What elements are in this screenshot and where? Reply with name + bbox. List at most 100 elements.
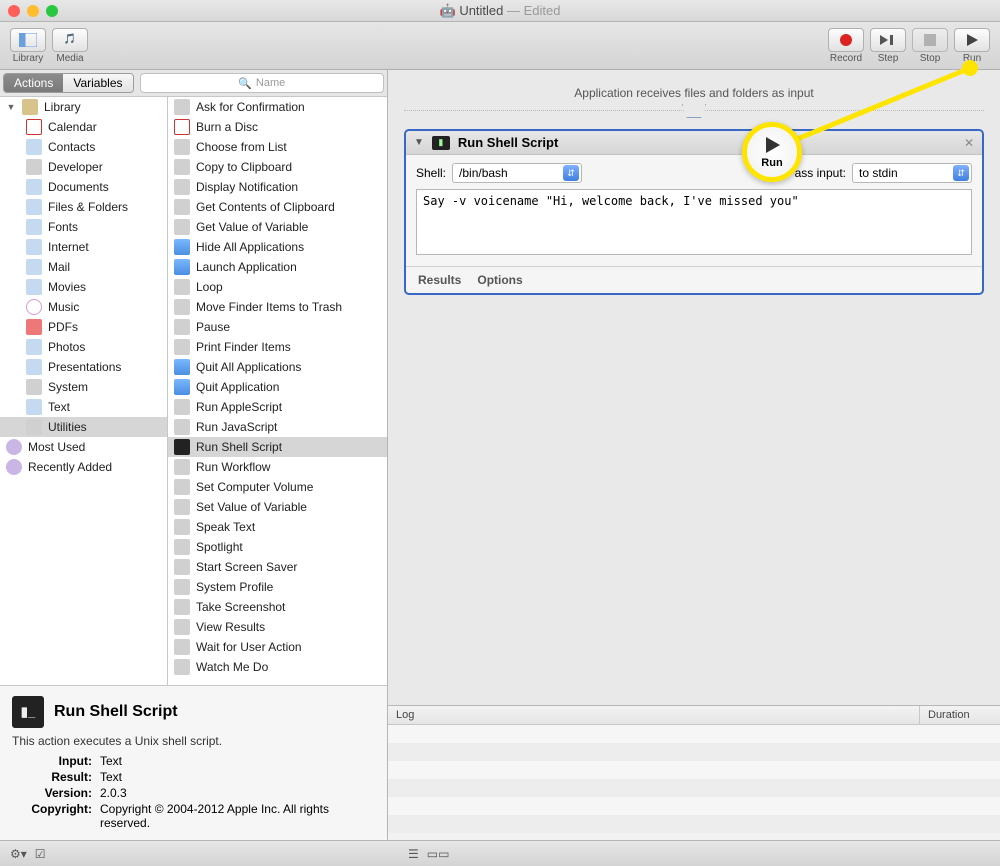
tab-actions[interactable]: Actions bbox=[4, 74, 63, 92]
disclosure-triangle-icon[interactable]: ▼ bbox=[414, 137, 424, 148]
library-tabs: Actions Variables bbox=[3, 73, 134, 93]
chevron-updown-icon: ⇵ bbox=[563, 165, 579, 181]
smart-recently-added[interactable]: Recently Added bbox=[0, 457, 167, 477]
window-title: 🤖 Untitled — Edited bbox=[0, 3, 1000, 19]
action-get-value-of-variable[interactable]: Get Value of Variable bbox=[168, 217, 387, 237]
category-pdfs[interactable]: PDFs bbox=[0, 317, 167, 337]
duration-column-header[interactable]: Duration bbox=[920, 706, 1000, 724]
chevron-updown-icon: ⇵ bbox=[953, 165, 969, 181]
minimize-window-button[interactable] bbox=[27, 5, 39, 17]
results-tab[interactable]: Results bbox=[418, 273, 461, 287]
category-presentations[interactable]: Presentations bbox=[0, 357, 167, 377]
category-internet[interactable]: Internet bbox=[0, 237, 167, 257]
log-view-icon[interactable]: ☑︎ bbox=[35, 847, 46, 861]
action-loop[interactable]: Loop bbox=[168, 277, 387, 297]
action-wait-for-user-action[interactable]: Wait for User Action bbox=[168, 637, 387, 657]
stop-icon bbox=[923, 33, 937, 47]
action-get-contents-of-clipboard[interactable]: Get Contents of Clipboard bbox=[168, 197, 387, 217]
category-documents[interactable]: Documents bbox=[0, 177, 167, 197]
gear-icon[interactable]: ⚙︎▾ bbox=[10, 847, 27, 861]
action-quit-all-applications[interactable]: Quit All Applications bbox=[168, 357, 387, 377]
action-take-screenshot[interactable]: Take Screenshot bbox=[168, 597, 387, 617]
action-description: ▮_Run Shell Script This action executes … bbox=[0, 685, 387, 840]
play-icon bbox=[762, 135, 782, 155]
tab-variables[interactable]: Variables bbox=[63, 74, 132, 92]
category-files-folders[interactable]: Files & Folders bbox=[0, 197, 167, 217]
category-text[interactable]: Text bbox=[0, 397, 167, 417]
action-hide-all-applications[interactable]: Hide All Applications bbox=[168, 237, 387, 257]
action-watch-me-do[interactable]: Watch Me Do bbox=[168, 657, 387, 677]
library-panel: Actions Variables 🔍 Name ▼LibraryCalenda… bbox=[0, 70, 388, 840]
library-root[interactable]: ▼Library bbox=[0, 97, 167, 117]
options-tab[interactable]: Options bbox=[477, 273, 522, 287]
action-run-workflow[interactable]: Run Workflow bbox=[168, 457, 387, 477]
library-toggle-button[interactable]: Library bbox=[10, 28, 46, 64]
action-quit-application[interactable]: Quit Application bbox=[168, 377, 387, 397]
category-calendar[interactable]: Calendar bbox=[0, 117, 167, 137]
record-button[interactable]: Record bbox=[828, 28, 864, 64]
category-movies[interactable]: Movies bbox=[0, 277, 167, 297]
shell-script-textarea[interactable] bbox=[416, 189, 972, 255]
step-icon bbox=[880, 33, 896, 47]
category-photos[interactable]: Photos bbox=[0, 337, 167, 357]
toolbar: Library 🎵 Media Record Step Stop Run bbox=[0, 22, 1000, 70]
zoom-window-button[interactable] bbox=[46, 5, 58, 17]
action-set-computer-volume[interactable]: Set Computer Volume bbox=[168, 477, 387, 497]
log-panel: Log Duration bbox=[388, 705, 1000, 840]
action-spotlight[interactable]: Spotlight bbox=[168, 537, 387, 557]
library-categories[interactable]: ▼LibraryCalendarContactsDeveloperDocumen… bbox=[0, 97, 168, 685]
action-run-shell-script[interactable]: Run Shell Script bbox=[168, 437, 387, 457]
category-system[interactable]: System bbox=[0, 377, 167, 397]
list-view-icon[interactable]: ☰ bbox=[408, 847, 419, 861]
action-system-profile[interactable]: System Profile bbox=[168, 577, 387, 597]
action-display-notification[interactable]: Display Notification bbox=[168, 177, 387, 197]
category-utilities[interactable]: Utilities bbox=[0, 417, 167, 437]
action-choose-from-list[interactable]: Choose from List bbox=[168, 137, 387, 157]
library-actions[interactable]: Ask for ConfirmationBurn a DiscChoose fr… bbox=[168, 97, 387, 685]
action-burn-a-disc[interactable]: Burn a Disc bbox=[168, 117, 387, 137]
category-contacts[interactable]: Contacts bbox=[0, 137, 167, 157]
shell-select[interactable]: /bin/bash⇵ bbox=[452, 163, 582, 183]
search-icon: 🔍 bbox=[238, 77, 252, 90]
category-music[interactable]: Music bbox=[0, 297, 167, 317]
annotation-callout-run: Run bbox=[742, 122, 802, 182]
play-icon bbox=[965, 33, 979, 47]
action-run-javascript[interactable]: Run JavaScript bbox=[168, 417, 387, 437]
step-button[interactable]: Step bbox=[870, 28, 906, 64]
pass-input-select[interactable]: to stdin⇵ bbox=[852, 163, 972, 183]
action-pause[interactable]: Pause bbox=[168, 317, 387, 337]
close-window-button[interactable] bbox=[8, 5, 20, 17]
category-fonts[interactable]: Fonts bbox=[0, 217, 167, 237]
media-icon: 🎵 bbox=[64, 34, 76, 45]
titlebar: 🤖 Untitled — Edited bbox=[0, 0, 1000, 22]
workflow-input-header[interactable]: Application receives files and folders a… bbox=[404, 70, 984, 111]
workflow-canvas[interactable]: Application receives files and folders a… bbox=[388, 70, 1000, 840]
action-run-shell-script: ▼ ▮ Run Shell Script ✕ Shell: /bin/bash⇵… bbox=[404, 129, 984, 295]
shell-label: Shell: bbox=[416, 166, 446, 180]
terminal-icon: ▮_ bbox=[12, 696, 44, 728]
media-button[interactable]: 🎵 Media bbox=[52, 28, 88, 64]
record-icon bbox=[839, 33, 853, 47]
action-set-value-of-variable[interactable]: Set Value of Variable bbox=[168, 497, 387, 517]
action-print-finder-items[interactable]: Print Finder Items bbox=[168, 337, 387, 357]
action-card-title: Run Shell Script bbox=[458, 135, 558, 150]
action-move-finder-items-to-trash[interactable]: Move Finder Items to Trash bbox=[168, 297, 387, 317]
action-ask-for-confirmation[interactable]: Ask for Confirmation bbox=[168, 97, 387, 117]
grid-view-icon[interactable]: ▭▭ bbox=[427, 847, 450, 861]
category-mail[interactable]: Mail bbox=[0, 257, 167, 277]
action-launch-application[interactable]: Launch Application bbox=[168, 257, 387, 277]
search-input[interactable]: 🔍 Name bbox=[140, 73, 385, 93]
action-view-results[interactable]: View Results bbox=[168, 617, 387, 637]
status-bar: ⚙︎▾ ☑︎ ☰ ▭▭ bbox=[0, 840, 1000, 866]
run-button[interactable]: Run bbox=[954, 28, 990, 64]
action-run-applescript[interactable]: Run AppleScript bbox=[168, 397, 387, 417]
action-start-screen-saver[interactable]: Start Screen Saver bbox=[168, 557, 387, 577]
terminal-icon: ▮ bbox=[432, 136, 450, 150]
smart-most-used[interactable]: Most Used bbox=[0, 437, 167, 457]
action-copy-to-clipboard[interactable]: Copy to Clipboard bbox=[168, 157, 387, 177]
stop-button: Stop bbox=[912, 28, 948, 64]
category-developer[interactable]: Developer bbox=[0, 157, 167, 177]
log-column-header[interactable]: Log bbox=[388, 706, 920, 724]
remove-action-button[interactable]: ✕ bbox=[964, 136, 974, 150]
action-speak-text[interactable]: Speak Text bbox=[168, 517, 387, 537]
